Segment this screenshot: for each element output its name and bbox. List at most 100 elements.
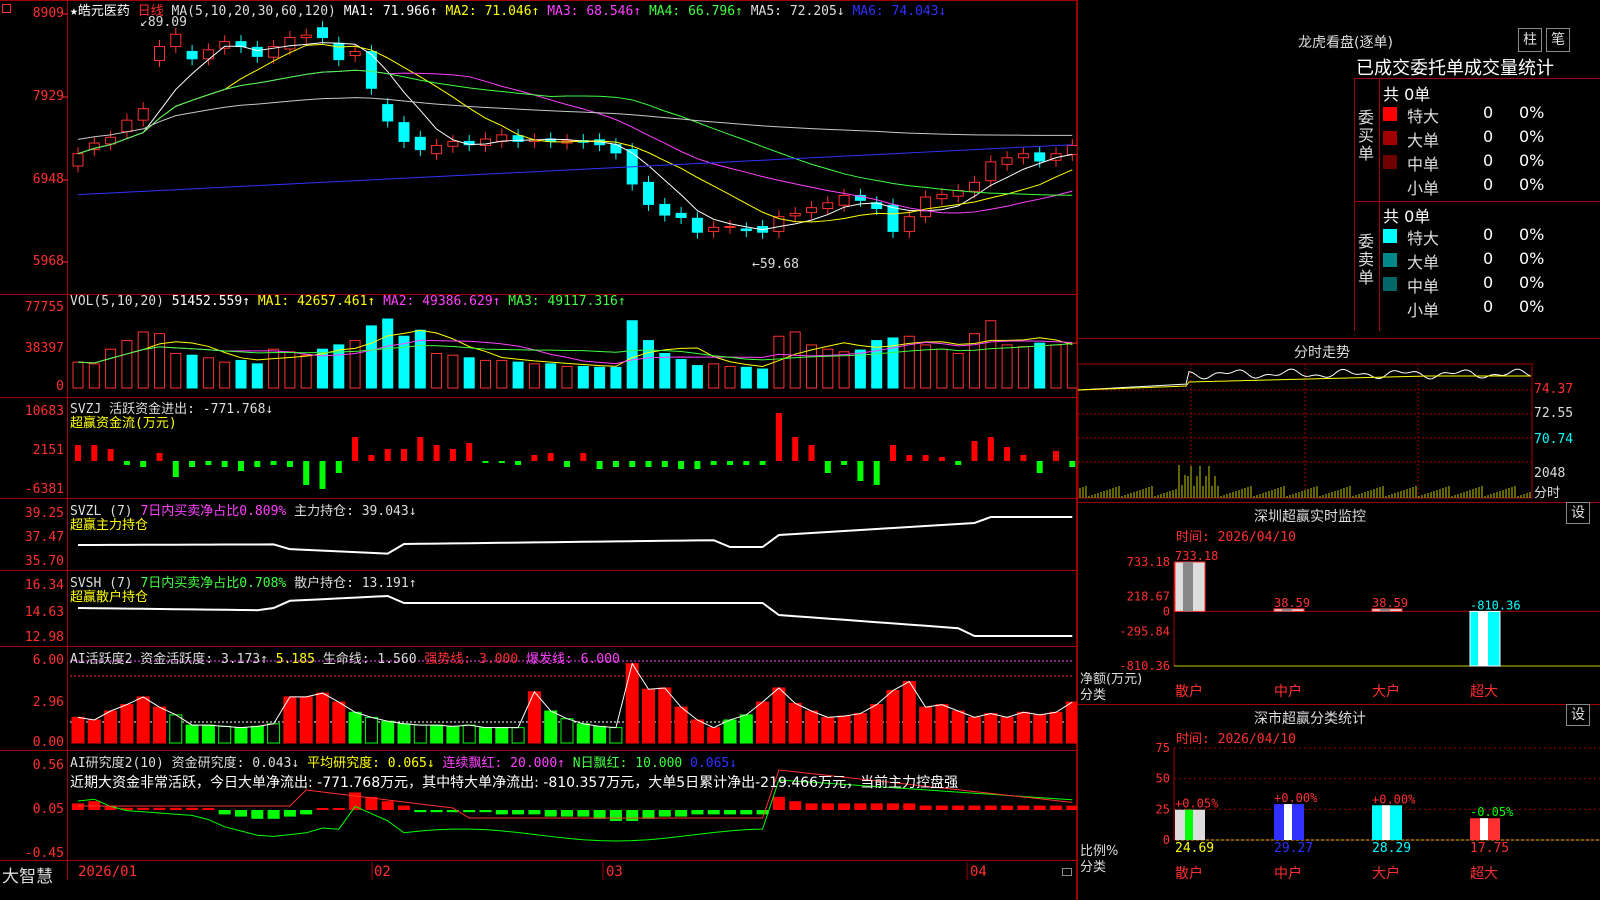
activity-bar: [788, 702, 802, 744]
sz-y-label-0: 733.18: [1127, 555, 1170, 569]
volume-bar: [170, 353, 182, 389]
low-price-mark: ←59.68: [752, 257, 799, 272]
cls-change-2: +0.00%: [1372, 792, 1416, 806]
volume-bar: [1001, 344, 1013, 389]
volume-bar: [121, 340, 133, 389]
svsh-y-label-1: 14.63: [24, 605, 64, 620]
intraday-chart[interactable]: [1078, 362, 1600, 502]
ma5-line: [77, 97, 1073, 140]
research-bar: [626, 810, 639, 821]
research-bar: [512, 810, 525, 815]
svzj-y-label-2: -6381: [24, 482, 64, 497]
volume-bar: [577, 365, 589, 389]
sell-row-swatch-0: [1383, 229, 1397, 243]
sz-category-2: 大户: [1372, 683, 1400, 700]
activity-bar: [185, 724, 199, 744]
fund-flow-bar: [531, 455, 538, 461]
volume-bar: [105, 348, 117, 389]
fund-flow-bar: [335, 461, 342, 473]
lhb-title: 龙虎看盘(逐单): [1298, 35, 1393, 51]
volume-bar: [838, 351, 850, 389]
fund-flow-bar: [906, 455, 913, 461]
candle-body: [740, 228, 752, 232]
chart-area[interactable]: ↙89.09 ←59.68 ★皓元医药 日线 MA(5,10,20,30,60,1…: [0, 0, 1077, 900]
candle-body: [887, 204, 899, 232]
svzl-y-label-0: 39.25: [24, 506, 64, 521]
activity-bar: [935, 704, 949, 744]
research-bar: [430, 810, 443, 813]
ai-comment: 近期大资金非常活跃，今日大单净流出: -771.768万元，其中特大单净流出: …: [70, 775, 959, 791]
volume-bar: [626, 320, 638, 389]
activity-bar: [1000, 716, 1014, 744]
fund-flow-bar: [938, 457, 945, 461]
activity-bar: [153, 706, 166, 744]
activity-bar: [332, 701, 346, 744]
cls-stat-settings-button[interactable]: 设: [1566, 704, 1590, 726]
candle-body: [659, 203, 671, 216]
cls-axis-label-2: 分类: [1080, 860, 1107, 875]
sz-value-label-3: -810.36: [1470, 598, 1521, 612]
buy-row-label-0: 特大: [1407, 107, 1440, 126]
ma-legend-item-3: MA3: 68.546↑: [539, 4, 642, 19]
fund-flow-bar: [759, 461, 766, 465]
activity-bar: [560, 718, 574, 744]
sell-row-label-1: 大单: [1407, 253, 1440, 272]
volume-bar: [643, 340, 654, 389]
volume-bar: [447, 354, 459, 389]
cls-value-label-0: 24.69: [1175, 841, 1214, 856]
activity-bar: [642, 688, 655, 744]
candle-body: [251, 46, 263, 57]
ma4-line: [77, 69, 1073, 196]
fund-flow-bar: [75, 445, 81, 461]
fund-flow-bar: [433, 445, 440, 461]
cls-value-label-1: 29.27: [1274, 841, 1313, 856]
cls-y-label-3: 0: [1163, 833, 1170, 847]
activity-bar: [886, 690, 900, 744]
svzj-y-label-0: 10683: [24, 404, 64, 419]
fund-flow-bar: [352, 437, 359, 461]
research-bar: [919, 805, 932, 810]
ai-active-legend-item-1: 资金活跃度: 3.173↑: [132, 652, 268, 667]
research-bar: [202, 808, 215, 810]
activity-bar: [625, 663, 639, 744]
buy-row-swatch-2: [1383, 155, 1397, 169]
activity-bar: [201, 724, 215, 744]
research-bar: [218, 810, 231, 815]
tick-view-button[interactable]: 笔: [1546, 28, 1570, 52]
activity-bar: [756, 701, 770, 744]
volume-bar: [72, 361, 84, 389]
activity-bar: [218, 725, 232, 744]
vol-y-label-1: 38397: [24, 341, 64, 356]
ma-legend-item-6: MA6: 74.043↓: [844, 4, 947, 19]
candle-body: [643, 181, 654, 205]
volume-bar: [985, 320, 997, 389]
activity-bar: [609, 727, 623, 744]
svzl-subtitle: 超赢主力持仓: [70, 518, 149, 533]
sz-monitor-settings-button[interactable]: 设: [1566, 502, 1590, 524]
ma-legend-item-1: MA1: 71.966↑: [335, 4, 438, 19]
ai-active-header: AI活跃度2 资金活跃度: 3.173↑ 5.185 生命线: 1.560 强势…: [70, 648, 620, 667]
sell-row-count-3: 0: [1483, 297, 1494, 316]
vol-legend-item-0: VOL(5,10,20): [70, 294, 164, 309]
fund-flow-bar: [857, 461, 864, 481]
activity-bar: [169, 714, 183, 744]
volume-bar: [691, 365, 703, 389]
column-view-button[interactable]: 柱: [1518, 28, 1542, 52]
research-bar: [544, 810, 557, 817]
candle-body: [822, 202, 834, 210]
research-bar: [870, 803, 883, 810]
research-bar: [169, 807, 182, 810]
candle-body: [365, 50, 377, 89]
fund-flow-bar: [580, 453, 587, 461]
research-bar: [740, 810, 753, 815]
sell-row-pct-0: 0%: [1519, 225, 1545, 244]
research-bar: [887, 803, 899, 810]
activity-bar: [739, 714, 753, 744]
fund-flow-bar: [710, 461, 717, 465]
ai-research-legend-item-5: 0.065↓: [682, 756, 738, 771]
research-bar: [463, 810, 476, 813]
volume-bar: [154, 333, 165, 389]
sz-category-1: 中户: [1274, 683, 1302, 700]
candle-body: [186, 50, 198, 60]
activity-bar: [1016, 711, 1030, 744]
